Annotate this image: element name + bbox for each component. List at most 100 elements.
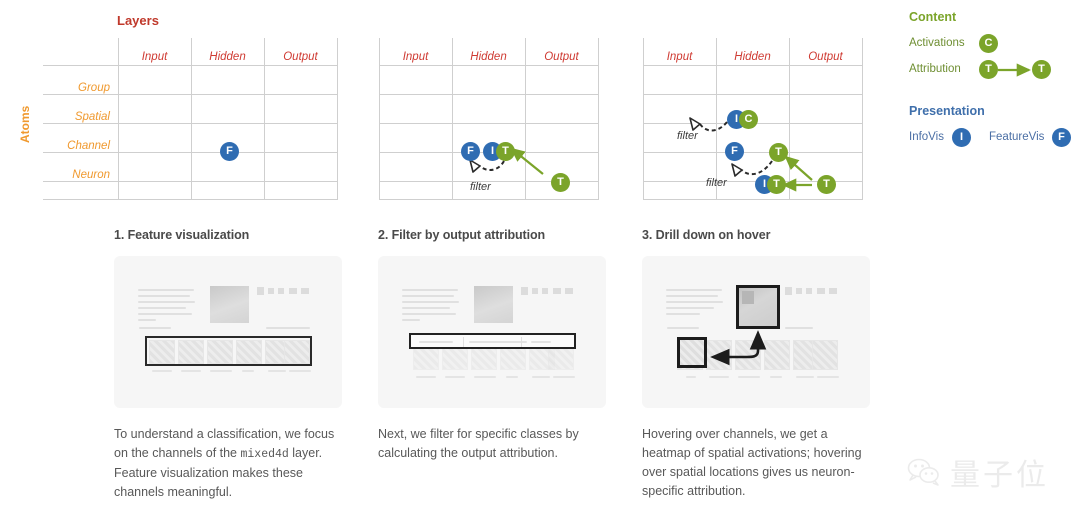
mock-thumbnail-caption [532,376,550,378]
column-header-output: Output [808,51,843,63]
mock-thumbnail-caption [152,370,172,372]
grid-line [43,199,338,200]
filter-slider-track [469,341,527,343]
mock-textline [138,289,194,291]
mock-textline [666,289,722,291]
grid-line [598,38,599,199]
mock-thumbnail-caption [474,376,496,378]
grid-line [862,38,863,199]
filter-class-label [531,341,551,343]
column-header-hidden: Hidden [734,51,771,63]
mock-thumbnail-caption [242,370,254,372]
mock-textline [402,313,456,315]
legend-heading-presentation: Presentation [909,104,985,118]
mock-icon [796,288,802,294]
filter-label: filter [706,177,727,189]
panel-figure [378,256,606,408]
legend-label-attribution: Attribution [909,63,961,75]
mock-textline [138,295,190,297]
filter-control-bar[interactable] [409,333,576,349]
mock-textline [138,301,195,303]
mock-textline [138,307,186,309]
mock-icon [785,287,792,295]
mock-thumbnail-caption [416,376,436,378]
caption-part-1: Next, we filter for specific classes by … [378,427,579,460]
hover-arrows [710,330,767,366]
token-featurevis: F [461,142,480,161]
grid-line [379,123,599,124]
mock-thumbnail-caption [268,370,286,372]
mock-hero-image [474,286,513,323]
token-attribution-to: T [1032,60,1051,79]
legend-row-activations: Activations C [909,34,1079,56]
mock-thumbnail-caption [445,376,465,378]
mock-textline [402,307,450,309]
panel-title: 1. Feature visualization [114,228,250,242]
mock-icon [829,288,837,294]
panel-feature-visualization: 1. Feature visualization To understand a… [114,228,342,502]
mock-textline [667,327,699,329]
neuron-crop-box [677,337,707,368]
mock-thumbnail[interactable] [764,340,790,370]
grid-line [379,65,599,66]
mock-icon [521,287,528,295]
row-header-group: Group [78,82,110,94]
token-activations: C [979,34,998,53]
watermark-text: 量子位 [950,458,1049,493]
mock-thumbnail-caption [553,376,575,378]
panel-caption: Hovering over channels, we get a heatmap… [642,425,870,501]
grid-line [379,199,599,200]
row-header-neuron: Neuron [72,169,110,181]
token-attribution-from: T [979,60,998,79]
column-header-output: Output [283,51,318,63]
mock-textline [666,295,718,297]
filter-divider [521,337,522,347]
column-header-hidden: Hidden [209,51,246,63]
panel-figure [642,256,870,408]
token-attribution: T [551,173,570,192]
column-header-hidden: Hidden [470,51,507,63]
token-activations: C [739,110,758,129]
mock-icon [268,288,274,294]
caption-code: mixed4d [240,448,289,461]
panel-drill-down-on-hover: 3. Drill down on hover Hovering over cha… [642,228,870,501]
mock-textline [139,327,171,329]
legend-label-infovis: InfoVis [909,131,944,143]
mock-textline [666,301,723,303]
token-featurevis: F [220,142,239,161]
panel-title: 3. Drill down on hover [642,228,771,242]
mock-icon [565,288,573,294]
mock-thumbnail[interactable] [735,340,761,370]
mock-thumbnail[interactable] [812,340,838,370]
legend: Content Activations C Attribution T T Pr… [909,10,1079,154]
legend-label-activations: Activations [909,37,965,49]
mock-icon [553,288,561,294]
wechat-icon [907,458,939,486]
token-attribution: T [769,143,788,162]
token-attribution: T [817,175,836,194]
mock-textline [666,313,700,315]
column-header-output: Output [544,51,579,63]
row-header-spatial: Spatial [74,111,110,123]
panel-title: 2. Filter by output attribution [378,228,546,242]
mock-textline [138,313,192,315]
grid-line [643,94,863,95]
mock-thumbnail[interactable] [706,340,732,370]
token-featurevis: F [725,142,744,161]
mock-thumbnail-caption [738,376,760,378]
mock-textline [402,289,458,291]
mock-thumbnail-caption [210,370,232,372]
legend-row-attribution: Attribution T T [909,60,1079,82]
column-header-input: Input [141,51,168,63]
mock-textline [402,301,459,303]
mock-textline [402,295,454,297]
column-header-input: Input [402,51,429,63]
legend-row-presentation: InfoVis I FeatureVis F [909,128,1079,150]
filter-label: filter [677,130,698,142]
mock-icon [806,288,812,294]
mock-textline [402,319,420,321]
mock-icon [278,288,284,294]
panel-caption: Next, we filter for specific classes by … [378,425,606,463]
token-attribution: T [496,142,515,161]
mock-thumbnail-caption [289,370,311,372]
